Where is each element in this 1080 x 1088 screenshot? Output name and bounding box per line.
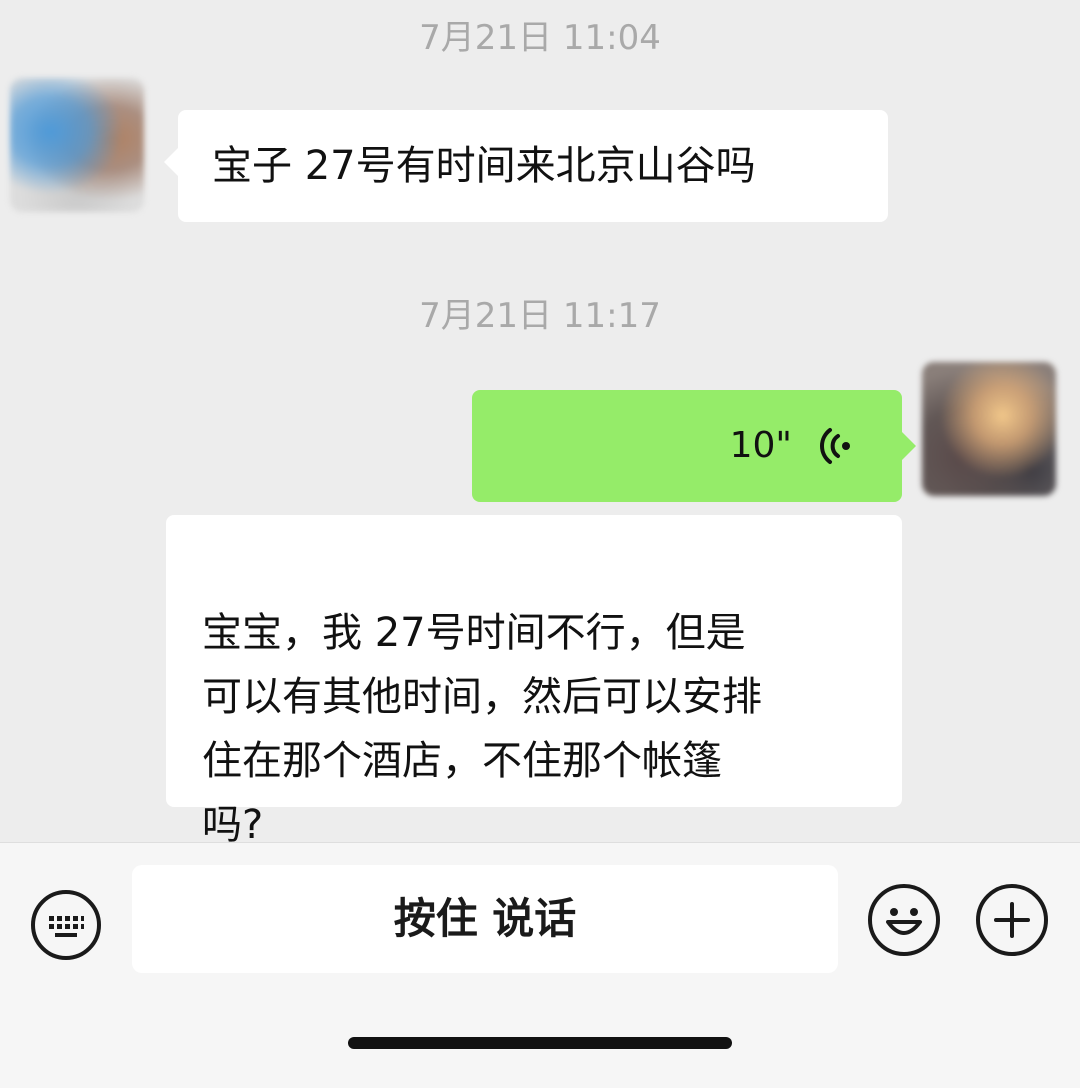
keyboard-toggle-button[interactable] (31, 890, 101, 960)
outgoing-voice-message-bubble[interactable]: 10" (472, 390, 916, 502)
bubble-tail (902, 432, 916, 460)
bubble-tail (164, 148, 178, 176)
chat-input-bar: 按住 说话 (0, 842, 1080, 1088)
timestamp: 7月21日 11:17 (419, 296, 661, 336)
emoji-icon (886, 908, 922, 935)
voice-duration: 10" (729, 425, 792, 466)
timestamp: 7月21日 11:04 (419, 18, 661, 58)
contact-avatar[interactable] (10, 78, 144, 212)
my-avatar[interactable] (922, 362, 1056, 496)
hold-to-talk-button[interactable]: 按住 说话 (132, 865, 838, 973)
emoji-button[interactable] (868, 884, 940, 956)
incoming-message-bubble[interactable]: 宝宝，我 27号时间不行，但是 可以有其他时间，然后可以安排 住在那个酒店，不住… (166, 515, 902, 848)
home-indicator[interactable] (348, 1037, 732, 1049)
plus-icon (994, 902, 1030, 938)
message-text: 宝宝，我 27号时间不行，但是 可以有其他时间，然后可以安排 住在那个酒店，不住… (202, 610, 762, 848)
more-functions-button[interactable] (976, 884, 1048, 956)
keyboard-icon (49, 916, 84, 937)
chat-screen: 7月21日 11:04 宝子 27号有时间来北京山谷吗 7月21日 11:17 … (0, 0, 1080, 1088)
incoming-message-bubble[interactable]: 宝子 27号有时间来北京山谷吗 (164, 110, 888, 222)
message-text: 宝子 27号有时间来北京山谷吗 (212, 143, 756, 189)
voice-wave-icon (820, 428, 850, 464)
